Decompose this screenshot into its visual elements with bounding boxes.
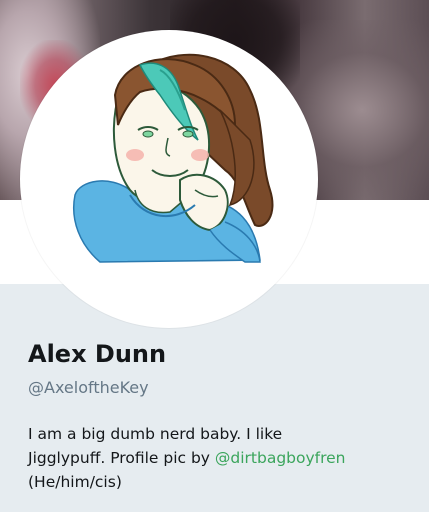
avatar[interactable] bbox=[20, 30, 318, 328]
profile-handle: @AxeloftheKey bbox=[28, 378, 149, 397]
bio-line: Jigglypuff. Profile pic by bbox=[28, 449, 215, 467]
mention-link[interactable]: @dirtbagboyfren bbox=[215, 449, 346, 467]
avatar-illustration bbox=[73, 53, 274, 263]
bio-line: I am a big dumb nerd baby. I like bbox=[28, 425, 283, 443]
profile-display-name: Alex Dunn bbox=[28, 340, 167, 368]
bio-line: (He/him/cis) bbox=[28, 473, 122, 491]
profile-bio: I am a big dumb nerd baby. I like Jiggly… bbox=[28, 422, 418, 494]
profile-page: Alex Dunn @AxeloftheKey I am a big dumb … bbox=[0, 0, 429, 512]
